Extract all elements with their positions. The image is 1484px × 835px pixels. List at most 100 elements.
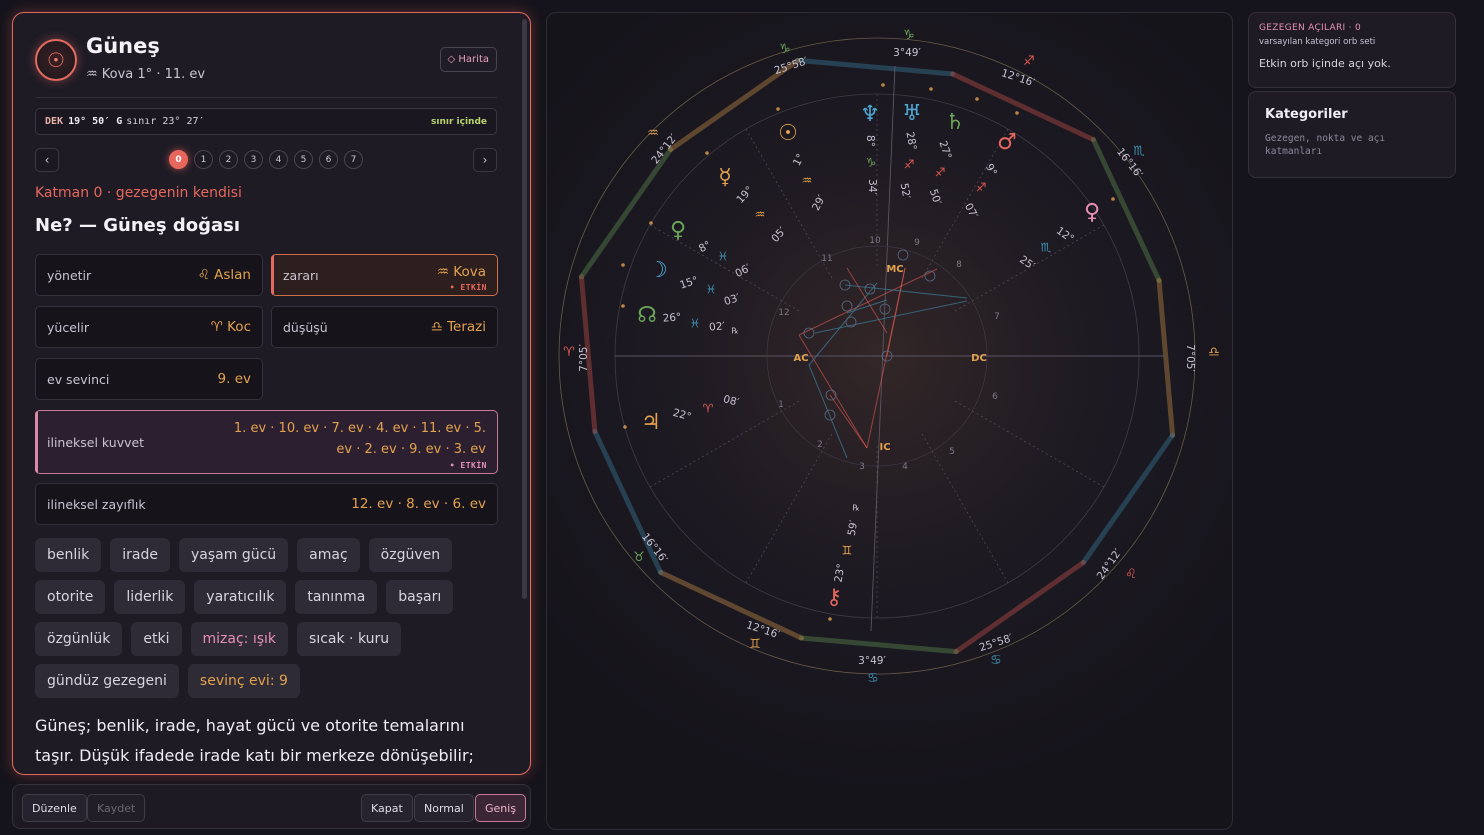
planet-glyph-güneş[interactable]: ☉: [778, 121, 798, 146]
cusp-sign-glyph: ♐: [1023, 54, 1035, 69]
house-number: 7: [994, 312, 1000, 322]
keyword-tag[interactable]: amaç: [297, 538, 360, 572]
dignity-value: 9. ev: [217, 371, 251, 387]
keyword-tag[interactable]: tanınma: [295, 580, 378, 614]
planet-glyph-jüpiter[interactable]: ♃: [641, 410, 661, 435]
planet-glyph-venüs[interactable]: ♀: [1084, 200, 1100, 225]
keyword-tag[interactable]: sevinç evi: 9: [187, 664, 300, 698]
page-dot-0[interactable]: 0: [169, 150, 188, 169]
house-number: 2: [817, 440, 823, 450]
page-dot-4[interactable]: 4: [269, 150, 288, 169]
planet-degree: 8°: [864, 135, 876, 147]
layer-title: Katman 0 · gezegenin kendisi: [35, 185, 242, 201]
keyword-tag[interactable]: etki: [131, 622, 182, 656]
categories-panel[interactable]: Kategoriler Gezegen, nokta ve açı katman…: [1248, 91, 1456, 178]
planet-glyph-uranüs[interactable]: ♅: [902, 101, 922, 126]
edit-button[interactable]: Düzenle: [22, 794, 87, 822]
page-dot-5[interactable]: 5: [294, 150, 313, 169]
save-button[interactable]: Kaydet: [87, 794, 146, 822]
planet-position-dot: [881, 83, 885, 87]
dignity-key: ev sevinci: [47, 371, 110, 387]
planet-detail-panel: ☉ Güneş ♒ Kova 1° · 11. ev ◇ Harita DEK …: [12, 12, 531, 775]
planet-glyph-düğüm[interactable]: ☊: [637, 303, 657, 328]
dignity-key: ilineksel kuvvet: [47, 434, 145, 450]
page-dot-6[interactable]: 6: [319, 150, 338, 169]
dignity-key: ilineksel zayıflık: [47, 496, 146, 512]
page-dot-7[interactable]: 7: [344, 150, 363, 169]
planet-position-dot: [621, 263, 625, 267]
planet-glyph-venüs[interactable]: ♀: [670, 218, 686, 243]
dignity-key: zararı: [283, 267, 319, 283]
sun-icon: ☉: [35, 39, 77, 81]
dignity-fall: düşüşü ♎ Terazi: [271, 306, 498, 348]
retrograde-marker: ℞: [852, 504, 859, 513]
mc-label: MC: [886, 264, 903, 275]
cusp-sign-glyph: ♋: [867, 671, 879, 686]
planet-glyph-ay[interactable]: ☽: [648, 258, 668, 283]
dignity-rules: yönetir ♌ Aslan: [35, 254, 263, 296]
normal-size-button[interactable]: Normal: [414, 794, 474, 822]
cusp-sign-glyph: ♒: [647, 126, 659, 141]
cusp-sign-glyph: ♑: [903, 28, 915, 43]
planet-sign-glyph: ♐: [904, 158, 915, 172]
keyword-tag[interactable]: özgünlük: [35, 622, 123, 656]
pager-prev-button[interactable]: ‹: [35, 148, 59, 172]
divider: [35, 97, 497, 98]
natal-chart-wheel[interactable]: 123 456789101112MCAC DCIC3°49′12°16′16°16′…: [547, 13, 1233, 830]
decan-degree: 19° 50′ G: [68, 116, 123, 127]
keyword-tag[interactable]: sıcak · kuru: [297, 622, 402, 656]
page-dot-3[interactable]: 3: [244, 150, 263, 169]
dignity-exaltation: yücelir ♈ Koc: [35, 306, 263, 348]
planet-glyph-satürn[interactable]: ♄: [945, 110, 965, 135]
house-number: 6: [992, 392, 998, 402]
close-button[interactable]: Kapat: [361, 794, 413, 822]
page-dot-1[interactable]: 1: [194, 150, 213, 169]
keyword-tag[interactable]: başarı: [386, 580, 454, 614]
keyword-tag[interactable]: özgüven: [368, 538, 453, 572]
house-number: 12: [778, 308, 789, 318]
keyword-tag[interactable]: benlik: [35, 538, 102, 572]
planet-glyph-kiron[interactable]: ⚷: [826, 585, 842, 610]
natal-chart-panel: 1 2 3 4 5 6 7 8 9 10 11 12 MC AC DC IC 3°49′ 12°16′ 16°16′…: [546, 12, 1233, 830]
keyword-tag[interactable]: yaratıcılık: [194, 580, 287, 614]
keyword-tag[interactable]: irade: [110, 538, 170, 572]
planet-glyph-merkür[interactable]: ☿: [718, 165, 732, 190]
pager-next-button[interactable]: ›: [473, 148, 497, 172]
scrollbar[interactable]: [522, 19, 527, 599]
keyword-tag[interactable]: gündüz gezegeni: [35, 664, 179, 698]
planet-glyph-neptün[interactable]: ♆: [860, 102, 880, 127]
map-button[interactable]: ◇ Harita: [439, 47, 497, 72]
dc-label: DC: [971, 353, 987, 364]
cusp-sign-glyph: ♈: [563, 345, 575, 360]
dignity-value: ♈ Koc: [210, 319, 251, 335]
planet-name: Güneş: [86, 34, 160, 58]
retrograde-marker: ℞: [731, 327, 738, 336]
cusp-sign-glyph: ♏: [1133, 144, 1145, 159]
planet-position-dot: [776, 107, 780, 111]
planet-position-dot: [1015, 111, 1019, 115]
planet-sign-glyph: ♓: [718, 250, 729, 264]
planet-glyph-mars[interactable]: ♂: [997, 130, 1017, 155]
keyword-tag[interactable]: mizaç: ışık: [190, 622, 289, 656]
planet-sign-glyph: ♈: [703, 402, 714, 416]
layer-pager: 01234567: [169, 150, 363, 169]
planet-sign-glyph: ♓: [706, 283, 717, 297]
planet-degree: 26°: [662, 311, 682, 325]
house-number: 5: [949, 447, 955, 457]
cusp-degree-label: 7°05′: [578, 344, 590, 372]
cusp-sign-glyph: ♊: [749, 637, 761, 652]
planet-position-dot: [975, 97, 979, 101]
wide-size-button[interactable]: Geniş: [475, 794, 527, 822]
dignity-value: ♒ Kova: [436, 264, 486, 280]
page-dot-2[interactable]: 2: [219, 150, 238, 169]
keyword-tag[interactable]: yaşam gücü: [179, 538, 289, 572]
dignity-value: ♎ Terazi: [430, 319, 486, 335]
decan-status: sınır içinde: [431, 116, 487, 127]
planet-description: Güneş; benlik, irade, hayat gücü ve otor…: [35, 716, 474, 765]
keyword-tag[interactable]: otorite: [35, 580, 106, 614]
cusp-sign-glyph: ♎: [1208, 345, 1220, 360]
keyword-tag[interactable]: liderlik: [114, 580, 186, 614]
bottom-toolbar: Düzenle Kaydet Kapat Normal Geniş: [12, 784, 531, 829]
planet-position-dot: [621, 304, 625, 308]
dignity-key: yönetir: [47, 267, 92, 283]
